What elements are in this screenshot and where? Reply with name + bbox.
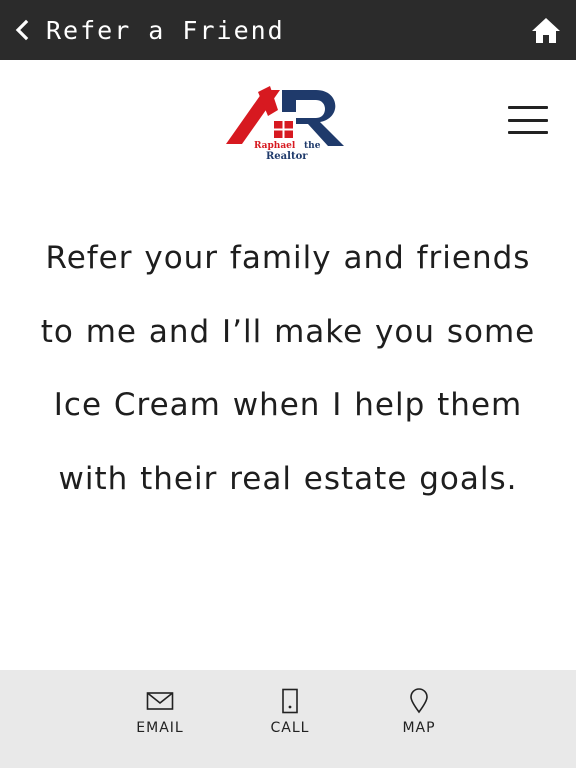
phone-icon (282, 688, 298, 714)
call-button[interactable]: CALL (235, 670, 345, 768)
logo-text-realtor: Realtor (266, 151, 308, 162)
brand-logo[interactable]: Raphael the Realtor (224, 82, 348, 164)
map-label: MAP (402, 720, 436, 736)
envelope-icon (146, 692, 174, 710)
top-bar: Refer a Friend (0, 0, 576, 60)
chevron-left-icon (15, 19, 29, 41)
home-button[interactable] (530, 14, 562, 46)
map-pin-icon (410, 688, 428, 714)
main-content: Refer your family and friends to me and … (0, 180, 576, 670)
menu-line (508, 106, 548, 109)
page-title: Refer a Friend (46, 15, 285, 45)
hamburger-menu-icon[interactable] (508, 106, 548, 134)
bottom-nav: EMAIL CALL MAP (0, 670, 576, 768)
map-button[interactable]: MAP (364, 670, 474, 768)
logo-text-the: the (304, 141, 321, 151)
email-label: EMAIL (136, 720, 184, 736)
logo-text-raphael: Raphael (254, 141, 296, 151)
back-button[interactable] (0, 0, 44, 60)
menu-line (508, 131, 548, 134)
home-icon (532, 18, 560, 43)
email-button[interactable]: EMAIL (105, 670, 215, 768)
app-screen: Refer a Friend Raphael the Realtor Refer… (0, 0, 576, 768)
menu-line (508, 118, 548, 122)
referral-message: Refer your family and friends to me and … (40, 240, 536, 497)
header: Raphael the Realtor (0, 60, 576, 180)
call-label: CALL (270, 720, 310, 736)
logo-graphic: Raphael the Realtor (226, 86, 344, 162)
